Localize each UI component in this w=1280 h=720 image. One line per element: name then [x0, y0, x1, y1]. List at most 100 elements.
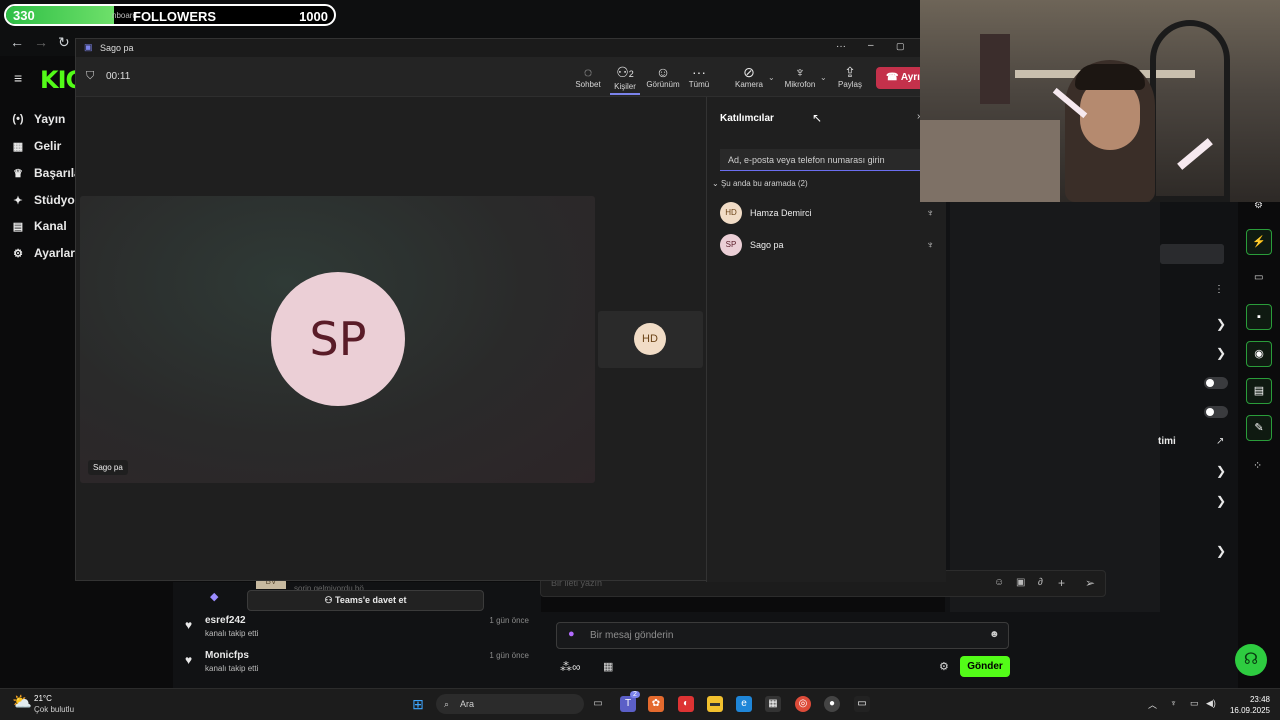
reload-icon[interactable]: ↻	[58, 34, 70, 51]
share-icon: ⇪	[844, 64, 856, 80]
people-button[interactable]: ⚇2 Kişiler	[610, 64, 640, 95]
send-button[interactable]: Gönder	[960, 656, 1010, 677]
broadcast-icon[interactable]: ◉	[1246, 341, 1272, 367]
hamburger-icon[interactable]: ≡	[14, 70, 22, 86]
layout-icon[interactable]: ▤	[1246, 378, 1272, 404]
weather-icon[interactable]: ⛅	[12, 692, 32, 712]
camera-button[interactable]: ⊘ Kamera	[730, 64, 768, 89]
dashboard-input[interactable]	[1160, 244, 1224, 264]
plus-icon[interactable]: +	[1058, 576, 1065, 590]
minimize-icon[interactable]: –	[868, 40, 874, 51]
view-button[interactable]: ☺ Görünüm	[644, 64, 682, 89]
image-icon[interactable]: ▣	[1016, 577, 1025, 588]
participant-name: Sago pa	[750, 240, 784, 250]
copilot-icon[interactable]: ✿	[648, 696, 664, 712]
toggle-switch[interactable]	[1204, 406, 1228, 418]
clipboard-icon[interactable]: ▭	[1254, 272, 1263, 283]
weather-temp[interactable]: 21°C	[34, 694, 52, 703]
taskbar-search[interactable]: ⌕ Ara	[436, 694, 584, 714]
send-icon[interactable]: ➢	[1085, 576, 1095, 590]
follower-name: esref242	[205, 615, 246, 626]
chevron-down-icon[interactable]: ⌄	[820, 73, 827, 82]
follow-subtext: kanalı takip etti	[205, 664, 259, 673]
participant-name: Hamza Demirci	[750, 208, 812, 218]
chrome-icon[interactable]: ◎	[795, 696, 811, 712]
toggle-switch[interactable]	[1204, 377, 1228, 389]
teams-invite-button[interactable]: ⚇ Teams'e davet et	[247, 590, 484, 611]
forward-icon[interactable]: →	[34, 34, 48, 50]
volume-icon[interactable]: ◀)	[1206, 698, 1216, 709]
gear-icon[interactable]: ⚙	[939, 660, 949, 673]
store-icon[interactable]: ▦	[765, 696, 781, 712]
chat-bubble-icon[interactable]: ▪	[1246, 304, 1272, 330]
participant-row[interactable]: SP Sago pa ♆	[720, 234, 934, 256]
sidebar-item-4[interactable]: ▤ Kanal	[12, 219, 67, 233]
participant-row[interactable]: HD Hamza Demirci ♆	[720, 202, 934, 224]
sidebar-item-3[interactable]: ✦ Stüdyo	[12, 193, 75, 207]
more-button[interactable]: ··· Tümü	[684, 64, 714, 89]
chevron-right-icon[interactable]: ❯	[1216, 544, 1226, 558]
revenue-icon: ▦	[12, 140, 24, 153]
participant-search-input[interactable]: Ad, e-posta veya telefon numarası girin	[720, 149, 934, 171]
taskbar-clock[interactable]: 23:48 16.09.2025	[1230, 694, 1270, 716]
microphone-icon[interactable]: ●	[568, 628, 575, 640]
kebab-icon[interactable]: ⋮	[1214, 284, 1224, 295]
emoji-icon[interactable]: ☺	[994, 577, 1004, 588]
tray-chevron-icon[interactable]: ︿	[1148, 698, 1157, 711]
weather-desc[interactable]: Çok bulutlu	[34, 705, 74, 714]
back-icon[interactable]: ←	[10, 34, 24, 50]
teams-app-icon[interactable]: T	[620, 696, 636, 712]
chart-icon[interactable]: ↗	[1216, 436, 1224, 447]
attach-icon[interactable]: ∂	[1038, 577, 1043, 588]
avatar: HD	[634, 323, 666, 355]
participant-name-tag: Sago pa	[88, 460, 128, 475]
dots-icon[interactable]: ⁘	[1253, 459, 1262, 472]
chevron-right-icon[interactable]: ❯	[1216, 317, 1226, 331]
dashboard-panel	[950, 200, 1224, 612]
chevron-down-icon[interactable]: ⌄	[768, 73, 775, 82]
sidebar-item-label: Stüdyo	[34, 193, 75, 207]
sidebar-item-2[interactable]: ♛ Başarıla	[12, 166, 81, 180]
app-icon[interactable]: ◐	[678, 696, 694, 712]
follow-time: 1 gün önce	[489, 651, 529, 660]
obs-icon[interactable]: ●	[824, 696, 840, 712]
microphone-button[interactable]: ♆ Mikrofon	[780, 64, 820, 89]
follow-row: ♥ esref242 kanalı takip etti 1 gün önce	[183, 614, 531, 642]
emotes-icon[interactable]: ⁂∞	[560, 660, 581, 674]
goal-current: 330	[13, 8, 35, 23]
file-explorer-icon[interactable]: ▬	[707, 696, 723, 712]
terminal-icon[interactable]: ▭	[854, 696, 870, 712]
share-button[interactable]: ⇪ Paylaş	[834, 64, 866, 89]
sidebar-item-1[interactable]: ▦ Gelir	[12, 139, 62, 153]
store-icon[interactable]: ▦	[603, 660, 613, 673]
wrench-icon[interactable]: ✎	[1246, 415, 1272, 441]
network-icon[interactable]: ▭	[1190, 698, 1199, 709]
edge-icon[interactable]: e	[736, 696, 752, 712]
chevron-right-icon[interactable]: ❯	[1216, 494, 1226, 508]
call-timer: 00:11	[106, 71, 131, 82]
in-call-section[interactable]: ⌄ Şu anda bu aramada (2)	[712, 179, 808, 188]
sidebar-item-0[interactable]: (•) Yayın	[12, 112, 65, 126]
camera-off-icon: ⊘	[743, 64, 755, 80]
sidebar-item-5[interactable]: ⚙ Ayarlar	[12, 246, 75, 260]
lightning-icon[interactable]: ⚡	[1246, 229, 1272, 255]
chat-button[interactable]: ◌ Sohbet	[572, 64, 604, 89]
microphone-icon[interactable]: ♆	[927, 240, 935, 251]
chat-input[interactable]: Bir mesaj gönderin	[556, 622, 1009, 649]
more-options-icon[interactable]: ···	[836, 41, 846, 52]
emoji-icon[interactable]: ☻	[989, 629, 1000, 640]
microphone-icon[interactable]: ♆	[1170, 698, 1177, 708]
trophy-icon: ♛	[13, 167, 23, 180]
wall-posters	[980, 34, 1010, 104]
support-headset-icon[interactable]: ☊	[1235, 644, 1267, 676]
windows-start-icon[interactable]: ⊞	[410, 696, 426, 712]
task-view-icon[interactable]: ▭	[590, 696, 606, 712]
secondary-video-tile[interactable]: HD	[598, 311, 703, 368]
chevron-right-icon[interactable]: ❯	[1216, 346, 1226, 360]
chevron-right-icon[interactable]: ❯	[1216, 464, 1226, 478]
main-video-tile[interactable]: SP Sago pa	[80, 196, 595, 483]
maximize-icon[interactable]: ▢	[896, 41, 905, 52]
chevron-down-icon: ⌄	[712, 179, 721, 188]
microphone-icon[interactable]: ♆	[927, 208, 935, 219]
goal-label: FOLLOWERS	[133, 9, 217, 24]
